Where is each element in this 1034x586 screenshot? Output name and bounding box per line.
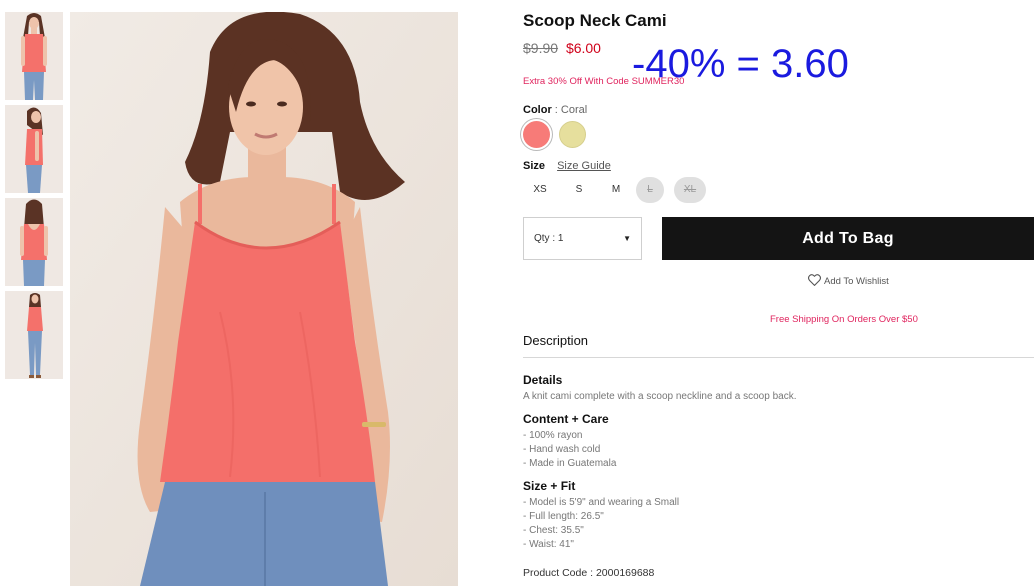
size-xl-button[interactable]: XL xyxy=(674,177,706,203)
content-line: - Hand wash cold xyxy=(523,444,601,455)
product-main-image xyxy=(70,12,458,586)
thumbnail-front[interactable] xyxy=(5,12,63,100)
size-row: Size Size Guide xyxy=(523,160,611,172)
price-block: $9.90 $6.00 xyxy=(523,40,601,56)
thumbnail-list xyxy=(5,12,63,384)
product-title: Scoop Neck Cami xyxy=(523,11,667,30)
quantity-value: Qty : 1 xyxy=(534,233,564,244)
add-to-wishlist-link[interactable]: Add To Wishlist xyxy=(808,274,889,289)
thumbnail-side[interactable] xyxy=(5,105,63,193)
details-heading: Details xyxy=(523,373,563,387)
original-price: $9.90 xyxy=(523,40,559,56)
size-s-button[interactable]: S xyxy=(563,177,595,203)
color-swatch-yellow[interactable] xyxy=(559,121,586,148)
fit-line: - Full length: 26.5" xyxy=(523,511,604,522)
content-line: - 100% rayon xyxy=(523,430,583,441)
size-label: Size xyxy=(523,160,546,172)
product-code: Product Code : 2000169688 xyxy=(523,567,655,579)
fit-line: - Model is 5'9" and wearing a Small xyxy=(523,497,680,508)
thumbnail-back[interactable] xyxy=(5,198,63,286)
size-fit-heading: Size + Fit xyxy=(523,479,576,493)
color-label: Color xyxy=(523,104,552,116)
description-heading[interactable]: Description xyxy=(523,333,588,348)
details-text: A knit cami complete with a scoop neckli… xyxy=(523,391,797,402)
sale-price: $6.00 xyxy=(565,40,601,56)
content-care-heading: Content + Care xyxy=(523,412,609,426)
add-to-bag-button[interactable]: Add To Bag xyxy=(662,217,1034,260)
color-label-row: Color : Coral xyxy=(523,104,587,116)
wishlist-label: Add To Wishlist xyxy=(824,276,889,288)
color-value: Coral xyxy=(560,104,588,116)
thumbnail-full-length[interactable] xyxy=(5,291,63,379)
quantity-select[interactable]: Qty : 1 ▼ xyxy=(523,217,642,260)
color-separator: : xyxy=(554,104,558,116)
fit-line: - Chest: 35.5" xyxy=(523,525,584,536)
size-xs-button[interactable]: XS xyxy=(524,177,556,203)
free-shipping-notice: Free Shipping On Orders Over $50 xyxy=(770,314,918,325)
chevron-down-icon: ▼ xyxy=(623,234,631,243)
color-swatch-coral[interactable] xyxy=(523,121,550,148)
size-l-button[interactable]: L xyxy=(636,177,664,203)
heart-icon xyxy=(808,274,821,289)
size-m-button[interactable]: M xyxy=(600,177,632,203)
fit-line: - Waist: 41" xyxy=(523,539,574,550)
description-divider xyxy=(523,357,1034,358)
content-line: - Made in Guatemala xyxy=(523,458,617,469)
price-annotation-overlay: -40% = 3.60 xyxy=(632,42,849,86)
size-guide-link[interactable]: Size Guide xyxy=(557,160,611,172)
